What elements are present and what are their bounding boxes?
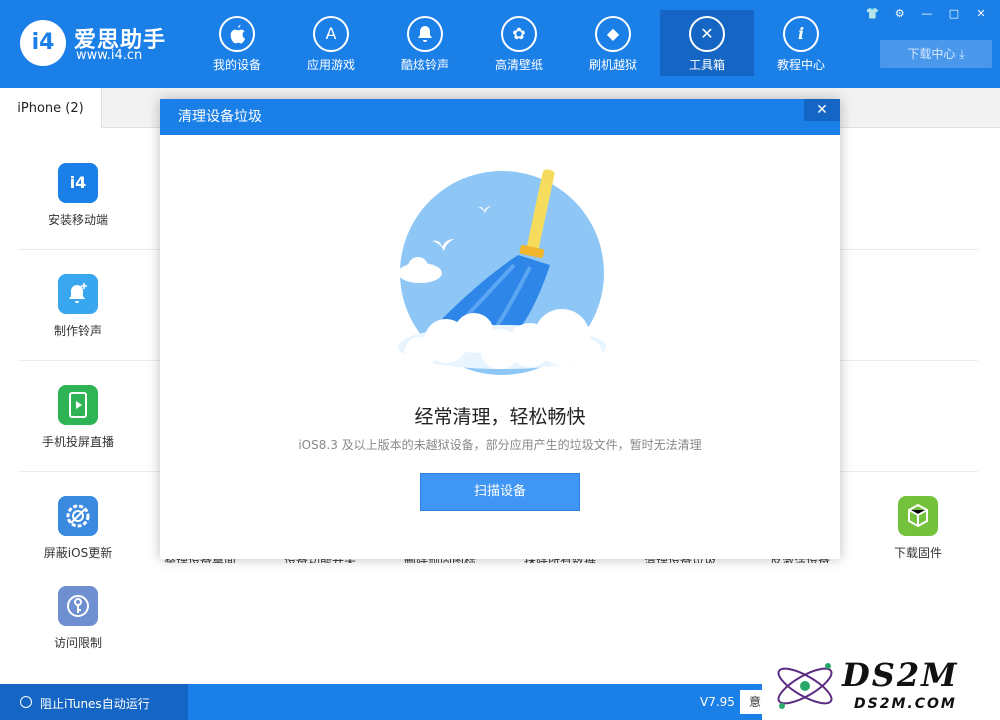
appstore-icon: A — [313, 16, 349, 52]
watermark-text: DS2M — [842, 656, 959, 694]
nav-flash-jailbreak[interactable]: ◆ 刷机越狱 — [566, 10, 660, 76]
tool-block-ios-update[interactable]: 屏蔽iOS更新 — [18, 496, 138, 561]
watermark: DS2M DS2M.COM — [762, 652, 1000, 720]
gear-block-icon — [58, 496, 98, 536]
bell-icon — [407, 16, 443, 52]
app-logo: i4 爱思助手 www.i4.cn — [20, 18, 180, 68]
nav-apps-games[interactable]: A 应用游戏 — [284, 10, 378, 76]
broom-illustration — [390, 169, 610, 379]
info-icon: i — [783, 16, 819, 52]
watermark-url: DS2M.COM — [854, 696, 957, 712]
shirt-icon[interactable]: 👕 — [862, 5, 884, 23]
app-url: www.i4.cn — [76, 48, 143, 63]
nav-toolbox[interactable]: ✕ 工具箱 — [660, 10, 754, 76]
block-itunes-toggle[interactable]: 阻止iTunes自动运行 — [0, 684, 188, 720]
dialog-title: 清理设备垃圾 — [160, 99, 840, 135]
app-header: i4 爱思助手 www.i4.cn 我的设备 A 应用游戏 酷炫铃声 ✿ 高清壁… — [0, 0, 1000, 88]
tool-download-firmware[interactable]: 下载固件 — [858, 496, 978, 561]
tool-install-mobile[interactable]: i4 安装移动端 — [18, 163, 138, 228]
gear-icon[interactable]: ⚙ — [889, 5, 911, 23]
i4-app-icon: i4 — [58, 163, 98, 203]
download-center-button[interactable]: 下载中心 ⤓ — [880, 40, 992, 68]
clean-junk-dialog: 清理设备垃圾 ✕ 经常清理，轻松畅快 iOS8.3 及以上版本的未越狱设备，部分… — [160, 99, 840, 559]
tab-iphone[interactable]: iPhone (2) — [0, 88, 102, 128]
close-icon[interactable]: ✕ — [970, 5, 992, 23]
tool-screen-cast[interactable]: 手机投屏直播 — [18, 385, 138, 450]
bell-plus-icon — [58, 274, 98, 314]
tool-access-restrictions[interactable]: 访问限制 — [18, 586, 138, 651]
dialog-headline: 经常清理，轻松畅快 — [414, 406, 586, 428]
maximize-icon[interactable]: □ — [943, 5, 965, 23]
version-label: V7.95 — [700, 695, 735, 709]
scan-device-button[interactable]: 扫描设备 — [420, 473, 580, 511]
flower-icon: ✿ — [501, 16, 537, 52]
nav-wallpapers[interactable]: ✿ 高清壁纸 — [472, 10, 566, 76]
nav-my-device[interactable]: 我的设备 — [190, 10, 284, 76]
download-icon: ⤓ — [959, 47, 965, 61]
key-icon — [58, 586, 98, 626]
dropbox-icon: ◆ — [595, 16, 631, 52]
tool-make-ringtone[interactable]: 制作铃声 — [18, 274, 138, 339]
apple-icon — [219, 16, 255, 52]
atom-logo-icon — [777, 663, 833, 709]
cube-icon — [898, 496, 938, 536]
dialog-close-icon[interactable]: ✕ — [804, 99, 840, 121]
minimize-icon[interactable]: — — [916, 5, 938, 23]
dialog-description: iOS8.3 及以上版本的未越狱设备，部分应用产生的垃圾文件，暂时无法清理 — [298, 438, 702, 452]
nav-ringtones[interactable]: 酷炫铃声 — [378, 10, 472, 76]
screen-cast-icon — [58, 385, 98, 425]
radio-circle-icon — [20, 696, 32, 708]
i4-logo-icon: i4 — [20, 20, 66, 66]
tools-icon: ✕ — [689, 16, 725, 52]
nav-tutorials[interactable]: i 教程中心 — [754, 10, 848, 76]
window-controls: 👕 ⚙ — □ ✕ — [862, 2, 992, 20]
